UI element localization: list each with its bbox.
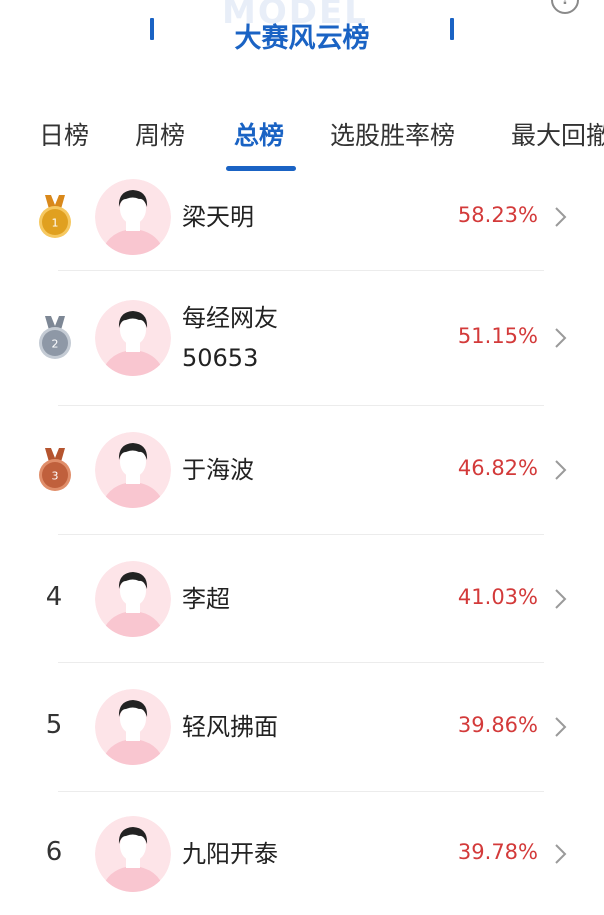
user-name-line: 轻风拂面 [182,713,278,741]
avatar [95,179,171,255]
user-name-line: 50653 [182,344,259,372]
medal-rank-text: 2 [52,338,59,351]
page-title: 大赛风云榜 [234,23,370,54]
win-rate: 46.82% [457,456,538,480]
chevron-right-icon[interactable] [552,458,570,482]
chevron-right-icon[interactable] [552,205,570,229]
user-name: 九阳开泰 [182,834,278,874]
user-name-line: 梁天明 [182,203,254,231]
user-name: 每经网友 50653 [182,298,278,378]
win-rate: 51.15% [457,324,538,348]
leaderboard-row[interactable]: 5 轻风拂面 39.86% [0,663,604,791]
tab-weekly[interactable]: 周榜 [135,116,185,152]
leaderboard-row[interactable]: 2 每经网友 50653 51.15% [0,271,604,405]
rank-number: 6 [45,837,63,867]
bronze-medal-icon: 3 [37,448,73,492]
win-rate: 58.23% [457,203,538,227]
chevron-right-icon[interactable] [552,842,570,866]
user-name: 轻风拂面 [182,707,278,747]
title-decor-right [450,18,454,40]
win-rate: 39.86% [457,713,538,737]
user-name-line: 九阳开泰 [182,840,278,868]
leaderboard-row[interactable]: 4 李超 41.03% [0,535,604,662]
chevron-right-icon[interactable] [552,326,570,350]
avatar [95,816,171,892]
avatar [95,560,171,637]
tab-max-drawdown[interactable]: 最大回撤 [511,116,604,152]
win-rate: 41.03% [457,584,538,609]
info-icon[interactable]: ! [551,0,579,14]
chevron-right-icon[interactable] [552,715,570,739]
medal-rank-text: 3 [52,470,59,483]
avatar [95,300,171,376]
title-decor-left [150,18,154,40]
leaderboard-row[interactable]: 1 梁天明 58.23% [0,164,604,270]
header: MODEL 大赛风云榜 ! [0,0,604,80]
user-name: 李超 [182,579,230,619]
medal-rank-text: 1 [52,217,59,230]
leaderboard-row[interactable]: 6 九阳开泰 39.78% [0,792,604,915]
win-rate: 39.78% [457,840,538,864]
avatar [95,689,171,765]
rank-number: 5 [45,710,63,740]
tab-stock-win-rate[interactable]: 选股胜率榜 [330,116,455,152]
rank-number: 4 [45,581,63,612]
user-name-line: 每经网友 [182,304,278,332]
tab-overall[interactable]: 总榜 [234,116,284,152]
tab-daily[interactable]: 日榜 [39,116,89,152]
user-name-line: 李超 [182,584,230,613]
chevron-right-icon[interactable] [552,587,570,611]
gold-medal-icon: 1 [37,195,73,239]
user-name: 于海波 [182,450,254,490]
leaderboard-row[interactable]: 3 于海波 46.82% [0,406,604,534]
avatar [95,432,171,508]
user-name: 梁天明 [182,197,254,237]
tab-bar: 日榜 周榜 总榜 选股胜率榜 最大回撤 [0,100,604,174]
user-name-line: 于海波 [182,456,254,484]
silver-medal-icon: 2 [37,316,73,360]
